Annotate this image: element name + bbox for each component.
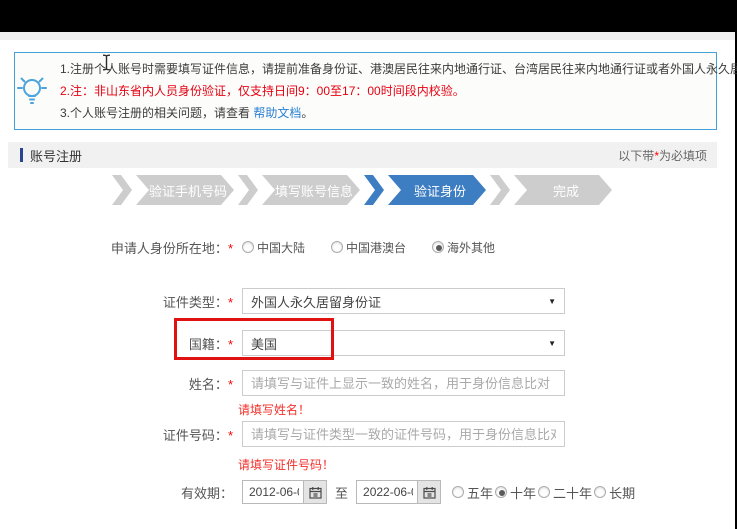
location-label: 申请人身份所在地：* <box>0 238 233 257</box>
validity-end-datebox <box>356 480 441 504</box>
radio-circle <box>538 486 550 498</box>
notice-line-3: 3.个人账号注册的相关问题，请查看 帮助文档。 <box>60 102 737 124</box>
name-input[interactable] <box>242 370 565 396</box>
row-cert-type: 证件类型：* 外国人永久居留身份证 ▼ <box>0 288 737 314</box>
cert-no-label: 证件号码：* <box>0 425 233 444</box>
radio-label: 十年 <box>510 483 536 502</box>
chevron-down-icon: ▼ <box>548 297 556 306</box>
cert-type-select[interactable]: 外国人永久居留身份证 ▼ <box>242 288 565 314</box>
radio-label: 海外其他 <box>447 239 495 256</box>
row-name: 姓名：* <box>0 370 737 396</box>
nationality-label: 国籍：* <box>0 334 233 353</box>
notice-line-3-period: 。 <box>301 106 313 120</box>
chevron-down-icon: ▼ <box>548 339 556 348</box>
radio-five-years[interactable]: 五年 <box>452 483 493 502</box>
step-account-info: 填写账号信息 <box>262 175 360 205</box>
validity-start-datebox <box>242 480 327 504</box>
radio-overseas-other[interactable]: 海外其他 <box>432 239 495 256</box>
validity-separator: 至 <box>335 483 348 502</box>
title-accent-bar <box>20 148 23 162</box>
top-black-bar <box>0 0 737 32</box>
text-cursor-ibeam <box>101 54 112 76</box>
required-note: 以下带*为必填项 <box>618 147 707 164</box>
step-verify-phone: 验证手机号码 <box>136 175 234 205</box>
validity-start-input[interactable] <box>243 481 303 503</box>
step-chevron-1 <box>112 175 132 205</box>
notice-line-3-text: 3.个人账号注册的相关问题，请查看 <box>60 106 253 120</box>
name-error: 请填写姓名！ <box>238 401 310 418</box>
row-validity: 有效期： 至 <box>0 480 737 504</box>
name-label: 姓名：* <box>0 374 233 393</box>
radio-circle <box>331 241 343 253</box>
step-verify-identity: 验证身份 <box>388 175 486 205</box>
top-gray-strip <box>0 32 737 40</box>
registration-page: 1.注册个人账号时需要填写证件信息，请提前准备身份证、港澳居民往来内地通行证、台… <box>0 0 737 529</box>
lightbulb-icon <box>15 73 49 109</box>
calendar-icon[interactable] <box>303 481 326 503</box>
step-chevron-3 <box>364 175 384 205</box>
row-location: 申请人身份所在地：* 中国大陆 中国港澳台 海外其他 <box>0 239 737 255</box>
radio-label: 长期 <box>609 483 635 502</box>
radio-label: 中国港澳台 <box>346 239 406 256</box>
page-title-text: 账号注册 <box>30 146 82 165</box>
radio-mainland-china[interactable]: 中国大陆 <box>242 239 305 256</box>
cert-type-label: 证件类型：* <box>0 292 233 311</box>
row-nationality: 国籍：* 美国 ▼ <box>0 330 737 356</box>
notice-line-1: 1.注册个人账号时需要填写证件信息，请提前准备身份证、港澳居民往来内地通行证、台… <box>60 58 737 80</box>
step-chevron-4 <box>490 175 510 205</box>
radio-hk-macao-taiwan[interactable]: 中国港澳台 <box>331 239 406 256</box>
progress-stepper: 验证手机号码 填写账号信息 验证身份 完成 <box>112 175 616 205</box>
radio-circle <box>432 241 444 253</box>
row-cert-no: 证件号码：* <box>0 421 737 447</box>
validity-end-input[interactable] <box>357 481 417 503</box>
validity-label: 有效期： <box>0 483 233 502</box>
nationality-value: 美国 <box>251 334 277 353</box>
calendar-icon[interactable] <box>417 481 440 503</box>
cert-type-value: 外国人永久居留身份证 <box>251 292 381 311</box>
radio-circle <box>495 486 507 498</box>
section-header: 账号注册 以下带*为必填项 <box>8 142 717 168</box>
radio-ten-years[interactable]: 十年 <box>495 483 536 502</box>
radio-label: 二十年 <box>553 483 592 502</box>
notice-line-2: 2.注：非山东省内人员身份验证，仅支持日间9：00至17：00时间段内校验。 <box>60 80 737 102</box>
help-doc-link[interactable]: 帮助文档 <box>253 106 301 120</box>
step-complete: 完成 <box>514 175 612 205</box>
radio-twenty-years[interactable]: 二十年 <box>538 483 592 502</box>
radio-circle <box>242 241 254 253</box>
radio-circle <box>452 486 464 498</box>
radio-circle <box>594 486 606 498</box>
radio-label: 中国大陆 <box>257 239 305 256</box>
step-chevron-2 <box>238 175 258 205</box>
page-title: 账号注册 <box>20 146 82 165</box>
notice-panel: 1.注册个人账号时需要填写证件信息，请提前准备身份证、港澳居民往来内地通行证、台… <box>14 52 717 130</box>
cert-no-error: 请填写证件号码！ <box>238 456 334 473</box>
radio-label: 五年 <box>467 483 493 502</box>
radio-long-term[interactable]: 长期 <box>594 483 635 502</box>
cert-no-input[interactable] <box>242 421 565 447</box>
nationality-select[interactable]: 美国 ▼ <box>242 330 565 356</box>
